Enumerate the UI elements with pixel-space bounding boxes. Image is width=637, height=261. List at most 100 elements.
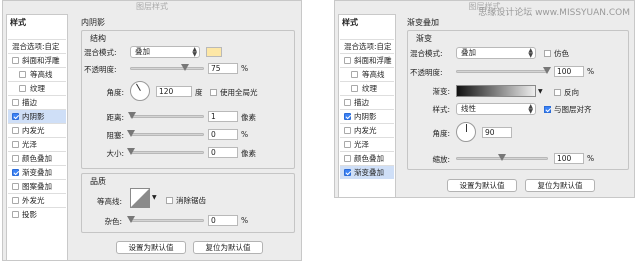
sidebar-checkbox[interactable] (19, 71, 26, 78)
antialias-checkbox[interactable]: 消除锯齿 (166, 195, 206, 206)
sidebar-item[interactable]: 描边 (8, 95, 66, 109)
sidebar-item[interactable]: 等高线 (8, 67, 66, 81)
align-with-layer-checkbox[interactable]: 与图层对齐 (544, 104, 592, 115)
noise-input[interactable]: 0 (208, 215, 238, 226)
angle-dial[interactable] (130, 81, 150, 101)
size-slider[interactable] (127, 148, 204, 155)
distance-unit: 像素 (241, 113, 256, 122)
sidebar-checkbox[interactable] (12, 99, 19, 106)
sidebar-item[interactable]: 内阴影 (8, 109, 66, 123)
scale-slider-thumb[interactable] (498, 154, 506, 161)
sidebar-item[interactable]: 投影 (8, 207, 66, 221)
sidebar-checkbox[interactable] (19, 85, 26, 92)
sidebar-checkbox[interactable] (12, 113, 19, 120)
sidebar-checkbox[interactable] (12, 183, 19, 190)
choke-slider[interactable] (127, 130, 204, 137)
sidebar-item[interactable]: 图案叠加 (8, 179, 66, 193)
select-arrows-icon: ▲ ▼ (192, 46, 197, 58)
sidebar-checkbox[interactable] (12, 57, 19, 64)
distance-slider-thumb[interactable] (127, 112, 136, 119)
choke-input[interactable]: 0 (208, 129, 238, 140)
sidebar-checkbox[interactable] (12, 197, 19, 204)
sidebar-item[interactable]: 颜色叠加 (340, 151, 394, 165)
set-default-button[interactable]: 设置为默认值 (447, 179, 517, 192)
opacity-slider-thumb[interactable] (181, 64, 189, 71)
sidebar-checkbox[interactable] (344, 57, 351, 64)
sidebar-item-label: 投影 (22, 210, 37, 219)
sidebar-item[interactable]: 纹理 (340, 81, 394, 95)
sidebar-checkbox[interactable] (344, 169, 351, 176)
gradient-preview[interactable] (456, 85, 536, 97)
checkbox-box[interactable] (544, 106, 551, 113)
distance-input[interactable]: 1 (208, 111, 238, 122)
opacity-slider[interactable] (456, 67, 551, 74)
contour-dropdown-icon[interactable]: ▼ (152, 194, 157, 201)
opacity-input[interactable]: 75 (208, 63, 238, 74)
distance-slider[interactable] (127, 112, 204, 119)
sidebar-item-blend-options[interactable]: 混合选项:自定 (340, 39, 394, 53)
opacity-unit: % (241, 64, 249, 73)
sidebar-item-blend-options[interactable]: 混合选项:自定 (8, 39, 66, 53)
noise-slider[interactable] (127, 216, 204, 223)
dither-checkbox[interactable]: 仿色 (544, 48, 569, 59)
opacity-input[interactable]: 100 (554, 66, 584, 77)
blend-mode-select[interactable]: 叠加 ▲ ▼ (130, 46, 200, 58)
sidebar-checkbox[interactable] (344, 99, 351, 106)
sidebar-item[interactable]: 等高线 (340, 67, 394, 81)
gradient-group: 渐变 混合模式: 叠加 ▲ ▼ 仿色 不透明度: 100 % 渐变: ▼ 反向 样… (407, 30, 629, 170)
sidebar-checkbox[interactable] (12, 169, 19, 176)
sidebar-item[interactable]: 内发光 (8, 123, 66, 137)
scale-slider[interactable] (456, 154, 548, 161)
sidebar-checkbox[interactable] (344, 127, 351, 134)
noise-slider-thumb[interactable] (127, 216, 135, 223)
sidebar-item[interactable]: 外发光 (8, 193, 66, 207)
reverse-checkbox[interactable]: 反向 (554, 87, 579, 98)
checkbox-box[interactable] (544, 50, 551, 57)
size-slider-thumb[interactable] (127, 148, 135, 155)
sidebar-checkbox[interactable] (12, 127, 19, 134)
opacity-slider-thumb[interactable] (543, 67, 551, 74)
sidebar-item[interactable]: 渐变叠加 (8, 165, 66, 179)
sidebar-checkbox[interactable] (344, 113, 351, 120)
sidebar-item[interactable]: 斜面和浮雕 (8, 53, 66, 67)
blend-mode-value: 叠加 (461, 48, 476, 57)
sidebar-checkbox[interactable] (351, 71, 358, 78)
checkbox-box[interactable] (554, 89, 561, 96)
sidebar-item[interactable]: 内发光 (340, 123, 394, 137)
set-default-button[interactable]: 设置为默认值 (116, 241, 186, 254)
gradient-dropdown-icon[interactable]: ▼ (538, 88, 543, 95)
sidebar-item[interactable]: 纹理 (8, 81, 66, 95)
contour-picker[interactable] (130, 188, 150, 208)
shadow-color-swatch[interactable] (206, 47, 222, 57)
sidebar-checkbox[interactable] (12, 155, 19, 162)
sidebar-item[interactable]: 颜色叠加 (8, 151, 66, 165)
contour-label: 等高线: (96, 197, 122, 206)
sidebar-checkbox[interactable] (351, 85, 358, 92)
global-light-checkbox[interactable]: 使用全局光 (210, 87, 258, 98)
sidebar-checkbox[interactable] (12, 141, 19, 148)
angle-input[interactable]: 90 (482, 127, 512, 138)
scale-input[interactable]: 100 (554, 153, 584, 164)
style-select[interactable]: 线性 ▲ ▼ (456, 103, 536, 115)
angle-input[interactable]: 120 (156, 86, 192, 97)
reset-default-button[interactable]: 复位为默认值 (525, 179, 595, 192)
select-arrows-icon: ▲ ▼ (528, 47, 533, 59)
blend-mode-select[interactable]: 叠加 ▲ ▼ (456, 47, 536, 59)
sidebar-checkbox[interactable] (344, 155, 351, 162)
sidebar-item-label: 斜面和浮雕 (354, 56, 392, 65)
angle-dial[interactable] (456, 122, 476, 142)
checkbox-box[interactable] (166, 197, 173, 204)
opacity-slider[interactable] (130, 64, 204, 71)
sidebar-item[interactable]: 描边 (340, 95, 394, 109)
sidebar-checkbox[interactable] (12, 211, 19, 218)
sidebar-item[interactable]: 光泽 (340, 137, 394, 151)
checkbox-box[interactable] (210, 89, 217, 96)
sidebar-item[interactable]: 渐变叠加 (340, 165, 394, 179)
reset-default-button[interactable]: 复位为默认值 (193, 241, 263, 254)
choke-slider-thumb[interactable] (127, 130, 135, 137)
sidebar-item[interactable]: 内阴影 (340, 109, 394, 123)
sidebar-item[interactable]: 斜面和浮雕 (340, 53, 394, 67)
size-input[interactable]: 0 (208, 147, 238, 158)
sidebar-checkbox[interactable] (344, 141, 351, 148)
sidebar-item[interactable]: 光泽 (8, 137, 66, 151)
